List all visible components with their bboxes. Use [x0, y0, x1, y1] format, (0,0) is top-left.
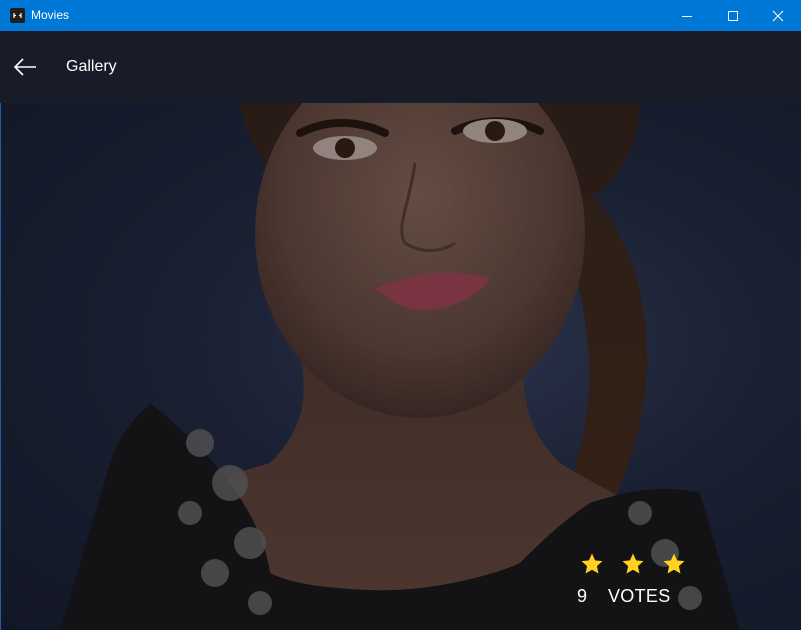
star-icon: [580, 552, 604, 576]
app-icon: [10, 8, 25, 23]
star-icon: [662, 552, 686, 576]
window-border: [0, 103, 1, 630]
window-title: Movies: [31, 8, 70, 22]
maximize-icon: [728, 10, 738, 21]
window-title-bar[interactable]: Movies: [0, 0, 801, 31]
star-icon: [621, 552, 645, 576]
gallery-photo[interactable]: [0, 103, 801, 630]
portrait-image: [0, 103, 801, 630]
close-icon: [772, 10, 784, 21]
votes-count: 9: [577, 586, 588, 606]
minimize-button[interactable]: [664, 0, 710, 31]
minimize-icon: [682, 15, 692, 17]
page-title: Gallery: [66, 58, 117, 75]
votes-label: VOTES: [608, 586, 671, 606]
star-rating: [580, 552, 686, 576]
maximize-button[interactable]: [710, 0, 756, 31]
arrow-left-icon: [13, 58, 36, 76]
rating-panel: 9 VOTES: [570, 552, 700, 612]
app-header: Gallery: [0, 31, 801, 103]
close-button[interactable]: [755, 0, 801, 31]
back-button[interactable]: [8, 51, 42, 83]
